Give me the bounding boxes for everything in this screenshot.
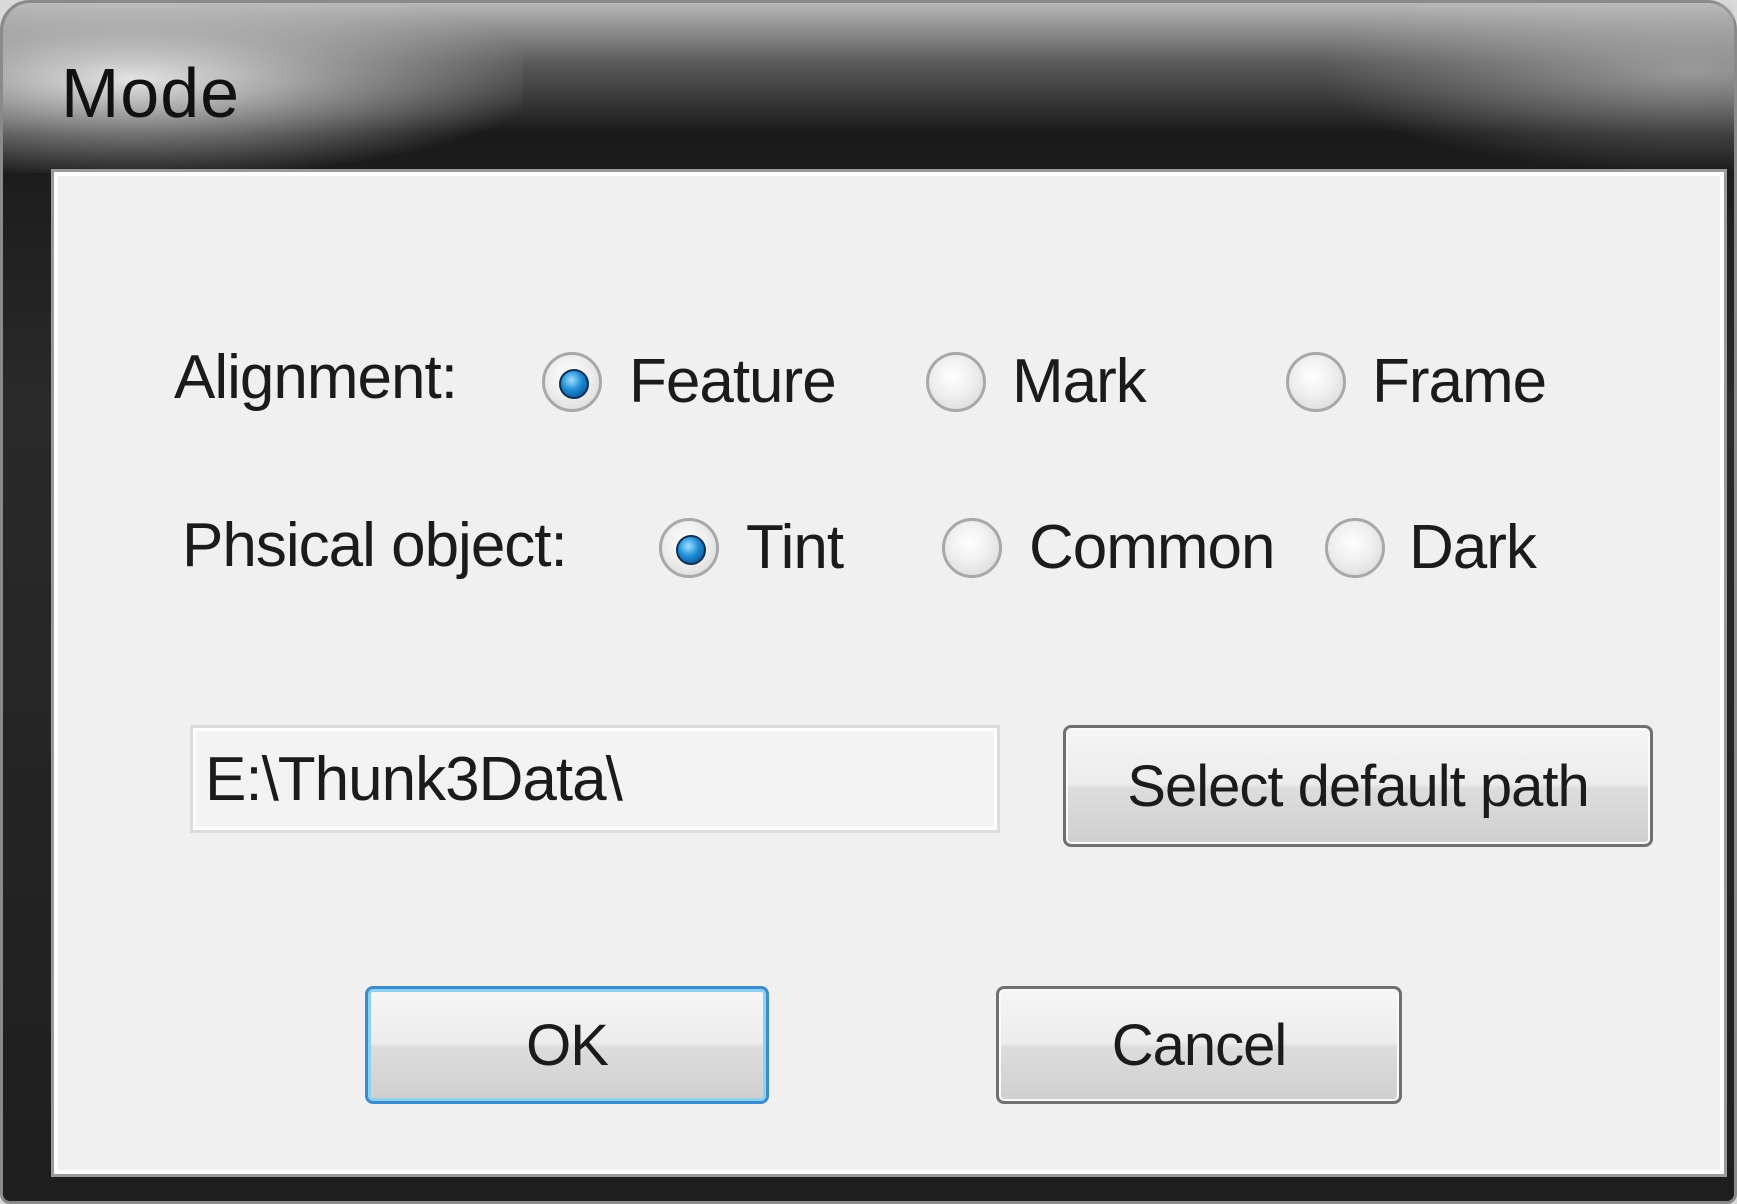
default-path-field[interactable]: E:\Thunk3Data\ <box>190 725 1000 833</box>
alignment-frame-label[interactable]: Frame <box>1372 346 1547 417</box>
ok-button[interactable]: OK <box>365 986 769 1104</box>
physical-tint-label[interactable]: Tint <box>746 512 844 583</box>
physical-dark-label[interactable]: Dark <box>1409 512 1537 583</box>
alignment-mark-radio[interactable] <box>926 352 986 412</box>
dialog-client-area: Alignment: Feature Mark Frame Phsical ob… <box>51 169 1727 1177</box>
mode-dialog-window: Mode Alignment: Feature Mark Frame Phsic… <box>0 0 1737 1204</box>
alignment-mark-label[interactable]: Mark <box>1012 346 1147 417</box>
physical-object-label: Phsical object: <box>182 511 568 580</box>
titlebar-glow-right <box>1314 3 1734 173</box>
select-default-path-button[interactable]: Select default path <box>1063 725 1653 847</box>
alignment-feature-radio[interactable] <box>542 352 602 412</box>
physical-dark-radio[interactable] <box>1325 518 1385 578</box>
alignment-frame-radio[interactable] <box>1286 352 1346 412</box>
alignment-feature-label[interactable]: Feature <box>629 346 837 417</box>
radio-selected-dot <box>676 535 706 565</box>
physical-common-radio[interactable] <box>942 518 1002 578</box>
alignment-label: Alignment: <box>174 343 458 412</box>
window-title: Mode <box>61 54 241 132</box>
radio-selected-dot <box>559 369 589 399</box>
physical-tint-radio[interactable] <box>659 518 719 578</box>
physical-common-label[interactable]: Common <box>1029 512 1276 583</box>
cancel-button[interactable]: Cancel <box>996 986 1402 1104</box>
